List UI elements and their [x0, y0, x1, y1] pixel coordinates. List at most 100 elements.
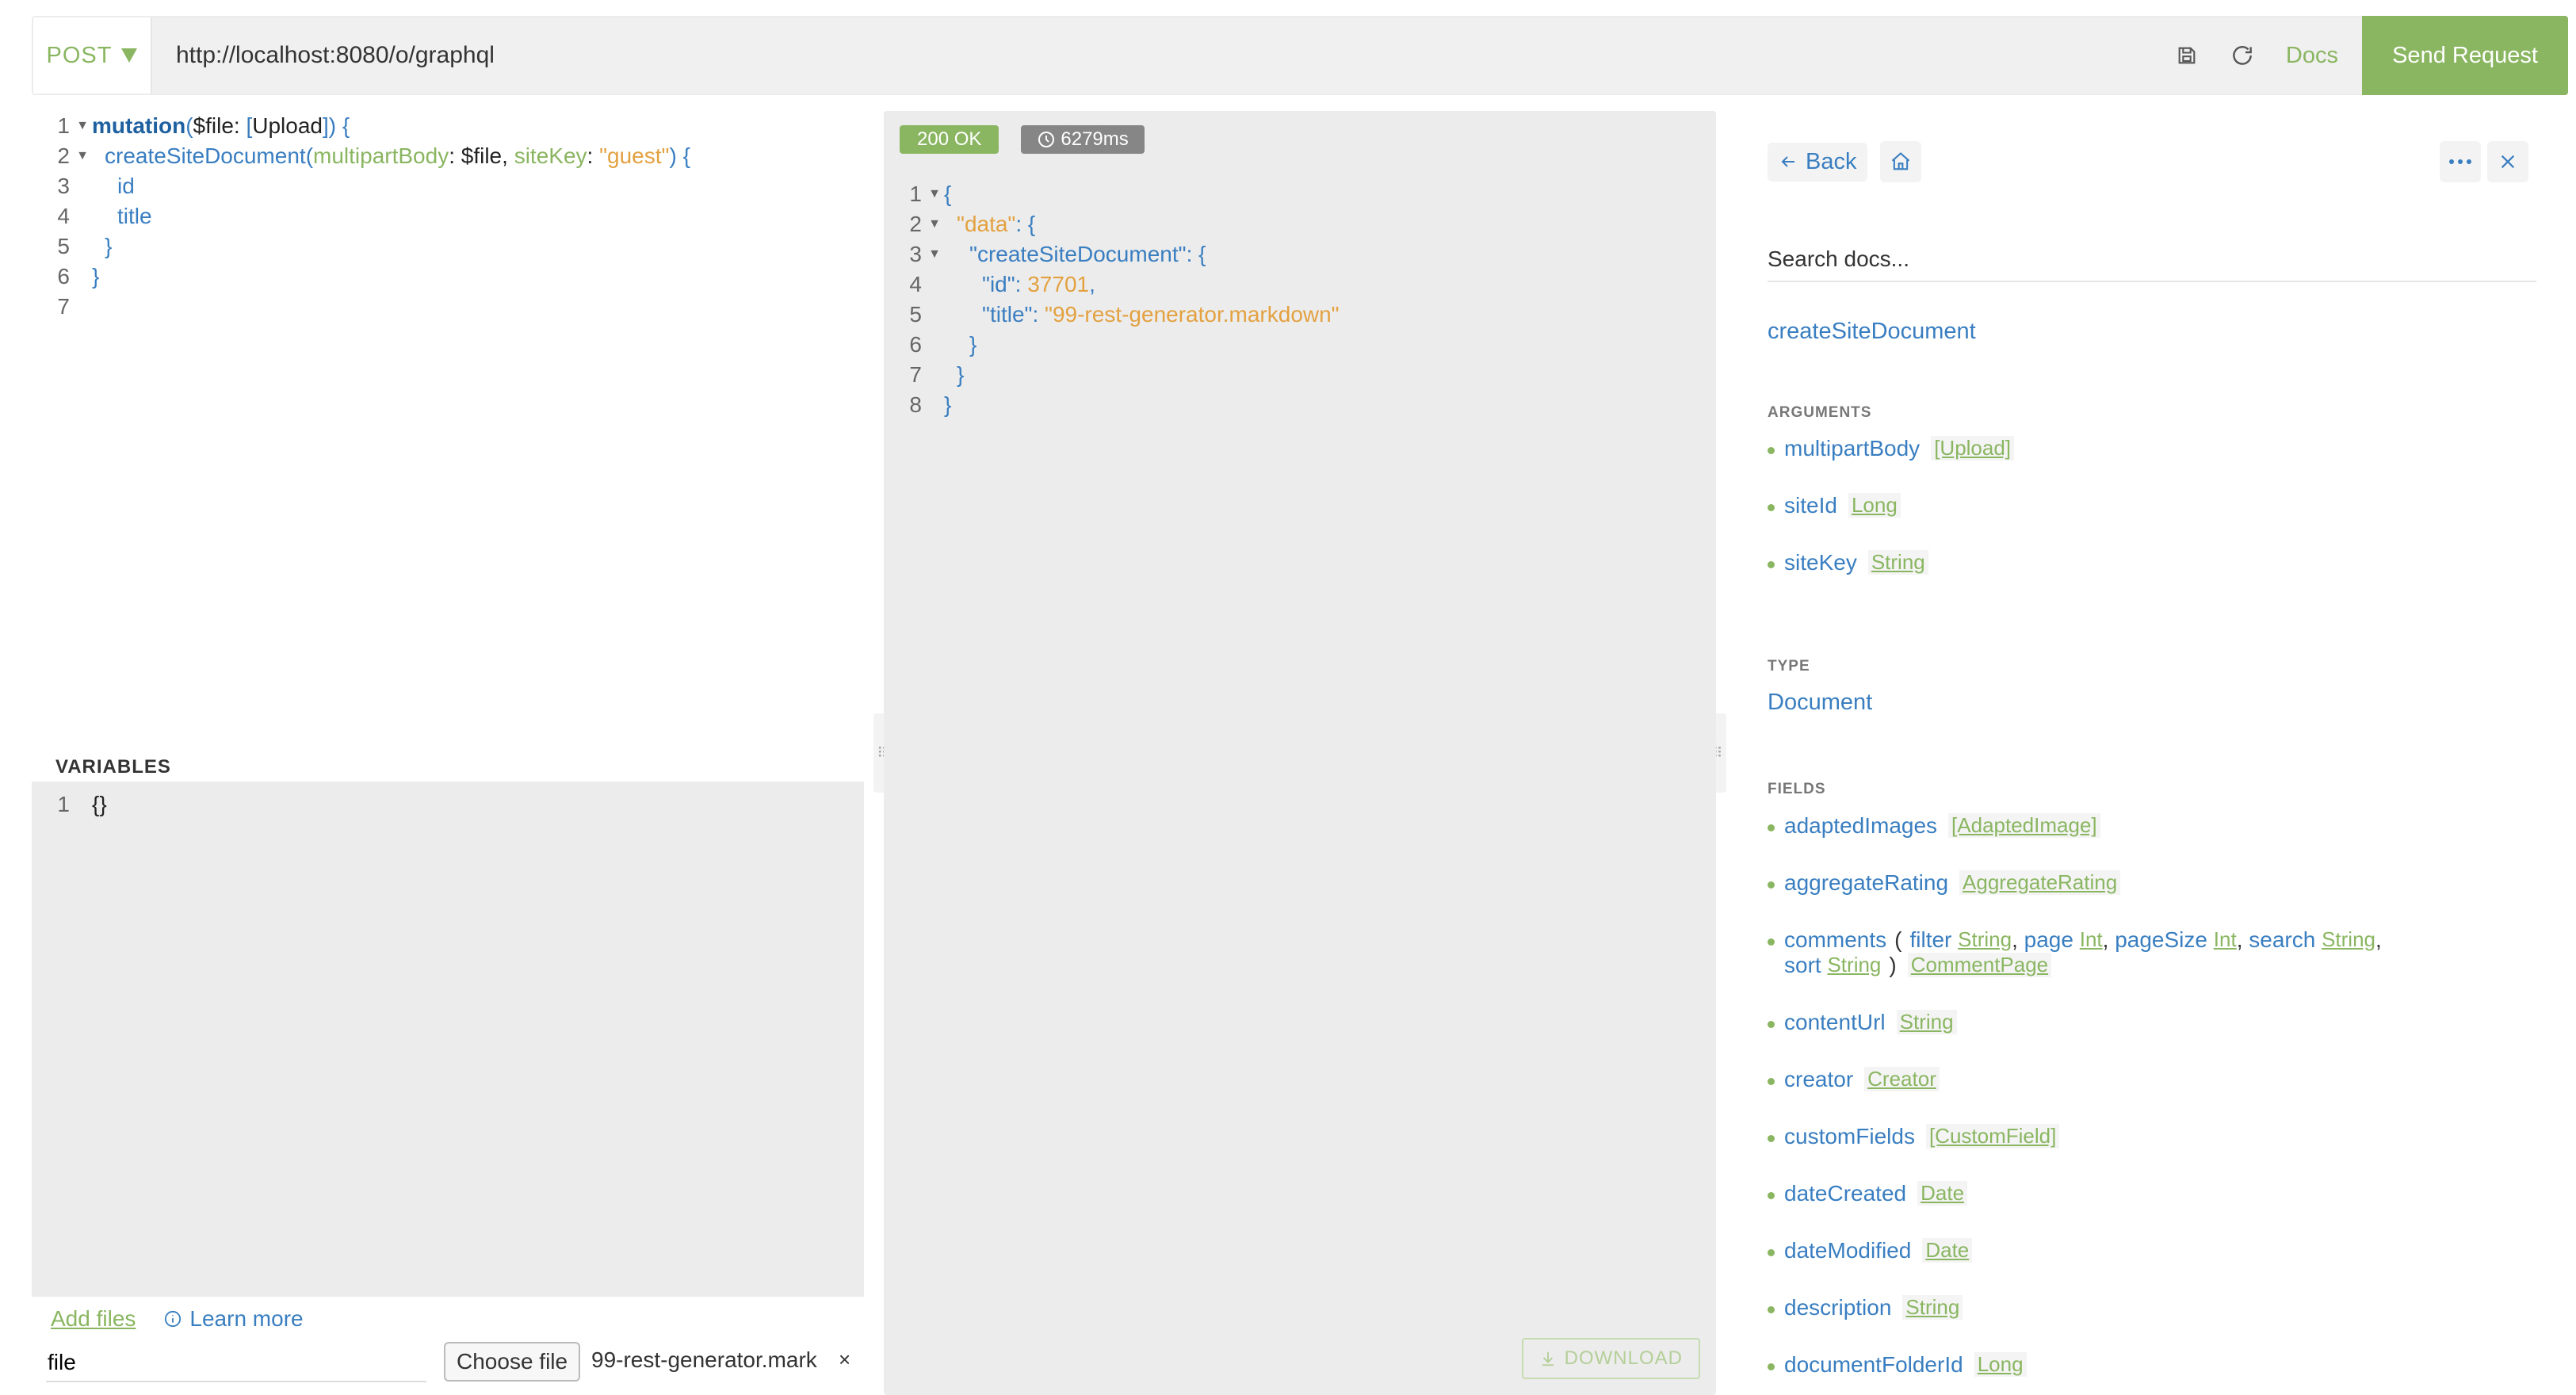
- type-link[interactable]: Date: [1922, 1238, 1973, 1263]
- line-number: 7: [909, 362, 922, 387]
- choose-file-button[interactable]: Choose file: [444, 1342, 581, 1382]
- field-item[interactable]: description String: [1768, 1295, 1963, 1320]
- return-type-link[interactable]: Document: [1768, 690, 1872, 716]
- field-name: documentFolderId: [1784, 1352, 1963, 1377]
- comment-arg-name: pageSize: [2115, 927, 2207, 952]
- back-button[interactable]: Back: [1768, 142, 1868, 182]
- type-link[interactable]: String: [1867, 550, 1928, 575]
- type-link[interactable]: [AdaptedImage]: [1948, 813, 2100, 838]
- type-link[interactable]: CommentPage: [1907, 953, 2052, 977]
- home-button[interactable]: [1880, 141, 1922, 182]
- fold-arrow-icon[interactable]: ▼: [925, 247, 944, 262]
- code-token: "id": [982, 272, 1015, 296]
- line-number: 4: [909, 272, 922, 296]
- field-name: aggregateRating: [1784, 870, 1949, 895]
- code-token: Upload: [252, 113, 323, 138]
- line-number: 1: [57, 792, 70, 816]
- type-link[interactable]: Long: [1974, 1352, 2027, 1377]
- type-link[interactable]: String: [1958, 927, 2012, 952]
- code-token: :: [1032, 302, 1045, 327]
- field-item[interactable]: aggregateRating AggregateRating: [1768, 870, 2121, 896]
- docs-nav: Back: [1768, 141, 1922, 182]
- type-link[interactable]: Int: [2080, 927, 2103, 952]
- code-token: ]: [323, 113, 329, 138]
- comment-arg-name: filter: [1909, 927, 1952, 952]
- code-token: [: [246, 113, 253, 138]
- save-icon[interactable]: [2159, 17, 2215, 94]
- field-item[interactable]: adaptedImages [AdaptedImage]: [1768, 813, 2100, 839]
- field-item[interactable]: customFields [CustomField]: [1768, 1124, 2060, 1149]
- search-docs-input[interactable]: [1768, 238, 2536, 282]
- code-token: ) {: [669, 143, 690, 168]
- code-line: 6 }: [32, 262, 864, 292]
- arrow-left-icon: [1781, 156, 1794, 167]
- fold-arrow-icon[interactable]: ▼: [925, 217, 944, 231]
- learn-more-link[interactable]: Learn more: [164, 1306, 304, 1332]
- type-link[interactable]: String: [2322, 927, 2375, 952]
- variables-editor[interactable]: 1 {}: [32, 782, 864, 1297]
- learn-more-label: Learn more: [189, 1306, 304, 1331]
- line-number: 6: [57, 264, 70, 289]
- code-token: multipartBody: [313, 143, 449, 168]
- method-select[interactable]: POST: [33, 17, 152, 94]
- field-item[interactable]: creator Creator: [1768, 1067, 1940, 1092]
- docs-link[interactable]: Docs: [2270, 43, 2362, 69]
- fold-arrow-icon[interactable]: ▼: [925, 187, 944, 201]
- type-link[interactable]: AggregateRating: [1959, 870, 2121, 895]
- file-variable-name-input[interactable]: [46, 1344, 426, 1382]
- line-number: 3: [57, 174, 70, 198]
- refresh-icon[interactable]: [2215, 17, 2270, 94]
- more-options-icon[interactable]: [2440, 141, 2481, 182]
- type-link[interactable]: Creator: [1864, 1067, 1940, 1091]
- field-item[interactable]: dateModified Date: [1768, 1238, 1973, 1263]
- field-item[interactable]: dateCreated Date: [1768, 1181, 1968, 1206]
- type-link[interactable]: String: [1902, 1295, 1963, 1320]
- code-token: "data": [957, 212, 1016, 236]
- clock-icon: [1038, 132, 1055, 147]
- type-link[interactable]: Int: [2214, 927, 2237, 952]
- type-link[interactable]: Long: [1848, 493, 1901, 518]
- field-name: dateCreated: [1784, 1181, 1907, 1206]
- query-editor[interactable]: 1 ▼ mutation($file: [Upload]) { 2 ▼ create…: [32, 111, 864, 737]
- line-number: 1: [909, 182, 922, 206]
- code-token: :: [1015, 272, 1028, 296]
- argument-item: siteId Long: [1768, 493, 1901, 518]
- code-token: ,: [1089, 272, 1095, 296]
- argument-name: siteKey: [1784, 550, 1857, 575]
- url-input[interactable]: [152, 17, 2159, 94]
- field-item[interactable]: comments ( filter String, page Int, page…: [1768, 927, 2382, 978]
- code-line: 4 "id": 37701,: [884, 269, 1340, 300]
- code-token: }: [969, 332, 977, 357]
- code-line: 2 ▼ "data": {: [884, 209, 1340, 239]
- field-item[interactable]: contentUrl String: [1768, 1010, 1957, 1035]
- download-button[interactable]: DOWNLOAD: [1521, 1338, 1700, 1379]
- code-token: ,: [502, 143, 514, 168]
- line-number: 3: [909, 242, 922, 266]
- type-link[interactable]: String: [1827, 953, 1881, 977]
- close-icon[interactable]: [2487, 141, 2528, 182]
- code-line: 3 id: [32, 171, 864, 201]
- fold-arrow-icon[interactable]: ▼: [73, 149, 92, 163]
- send-request-button[interactable]: Send Request: [2362, 16, 2568, 95]
- code-token: "99-rest-generator.markdown": [1045, 302, 1340, 327]
- field-name: contentUrl: [1784, 1010, 1886, 1034]
- type-link[interactable]: [Upload]: [1931, 436, 2015, 461]
- add-files-link[interactable]: Add files: [51, 1306, 136, 1332]
- field-name: description: [1784, 1295, 1892, 1320]
- code-token: "title": [982, 302, 1033, 327]
- type-link[interactable]: [CustomField]: [1925, 1124, 2060, 1148]
- type-link[interactable]: Date: [1917, 1181, 1968, 1206]
- code-token: : {: [1186, 242, 1206, 266]
- code-token: "createSiteDocument": [969, 242, 1187, 266]
- fold-arrow-icon[interactable]: ▼: [73, 119, 92, 133]
- remove-file-icon[interactable]: ×: [839, 1347, 850, 1372]
- comment-arg-name: sort: [1784, 953, 1821, 977]
- response-body[interactable]: 1 ▼ { 2 ▼ "data": { 3 ▼ "createSiteDocument…: [884, 179, 1340, 420]
- line-number: 4: [57, 204, 70, 228]
- line-number: 2: [909, 212, 922, 236]
- code-line: 5 "title": "99-rest-generator.markdown": [884, 300, 1340, 330]
- type-link[interactable]: String: [1896, 1010, 1957, 1034]
- code-token: :: [449, 143, 461, 168]
- code-line: 5 }: [32, 231, 864, 262]
- field-item[interactable]: documentFolderId Long: [1768, 1352, 2027, 1378]
